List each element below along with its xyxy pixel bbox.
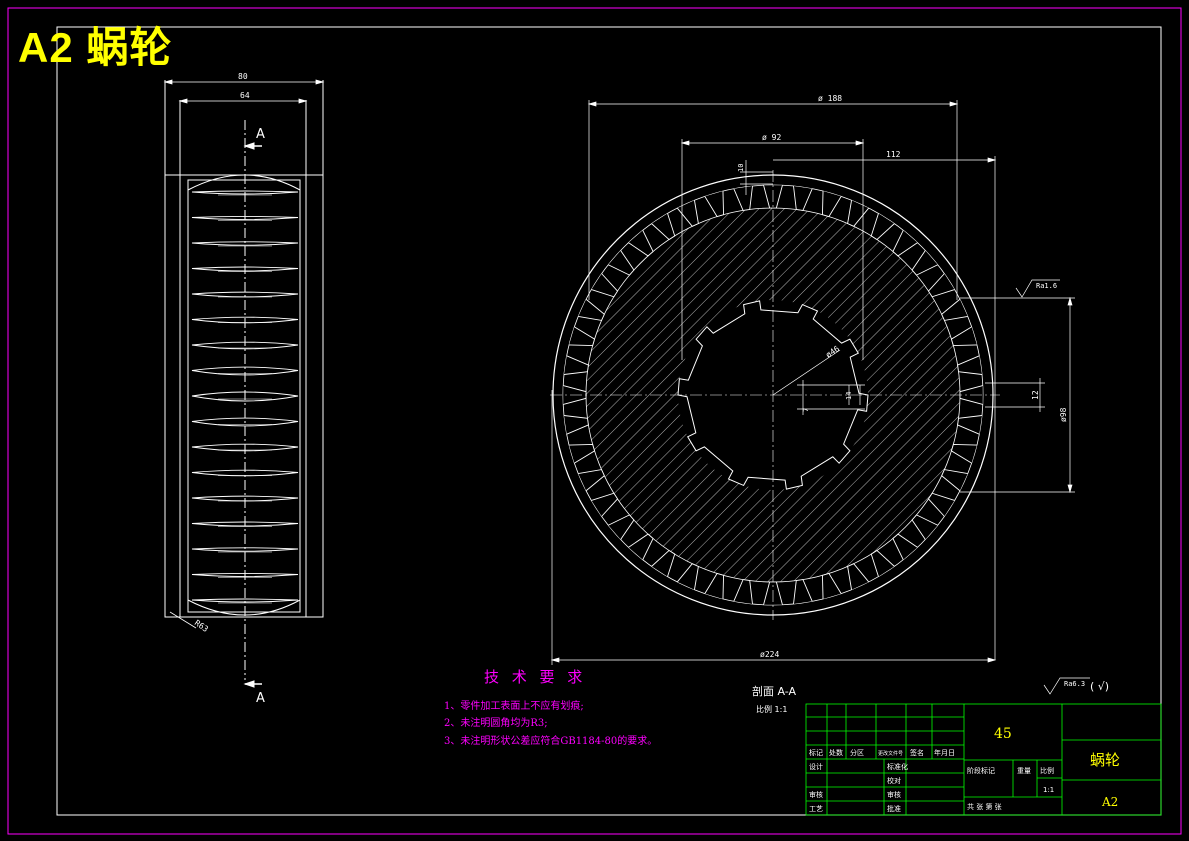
roughness-general: Ra6.3	[1064, 680, 1085, 688]
tb-label-date: 年月日	[934, 748, 955, 757]
side-view-dims	[163, 79, 325, 629]
dim-64: 64	[240, 91, 250, 100]
tb-review: 审核	[809, 790, 823, 799]
side-view	[164, 80, 324, 688]
tb-label-count: 处数	[829, 748, 843, 757]
requirements-title: 技 术 要 求	[484, 668, 587, 686]
tb-label-mark: 标记	[809, 748, 823, 757]
drawing-title: A2 蜗轮	[18, 24, 173, 71]
requirement-item: 3、未注明形状公差应符合GB1184-80的要求。	[444, 736, 658, 747]
dim-10: 10	[737, 164, 745, 172]
section-mark-top: A	[256, 127, 265, 142]
dim-7: 7	[802, 408, 810, 412]
dim-98: ø98	[1059, 407, 1068, 422]
tb-sheet-size: A2	[1101, 795, 1118, 809]
tb-ratio: 比例	[1040, 766, 1054, 775]
tb-part-name: 蜗轮	[1090, 751, 1120, 769]
front-view	[540, 150, 1010, 630]
dim-12: 12	[1031, 390, 1040, 400]
tb-sheets: 共 张 第 张	[967, 802, 1002, 811]
tb-approve: 批准	[887, 804, 901, 813]
tb-designer: 设计	[809, 762, 823, 771]
engineering-drawing: 80 64 R63 A A ø 188 ø 92 112 10 ø46 14 7…	[7, 7, 1182, 835]
section-mark-bottom: A	[256, 691, 265, 706]
requirement-item: 2、未注明圆角均为R3;	[444, 718, 548, 729]
dim-r63: R63	[193, 618, 210, 634]
roughness-local: Ra1.6	[1036, 282, 1057, 290]
tb-label-zone: 分区	[850, 748, 864, 757]
tb-process: 工艺	[809, 805, 823, 813]
section-label: 剖面 A-A	[752, 684, 797, 698]
dim-92: ø 92	[762, 133, 781, 142]
dim-224: ø224	[760, 650, 779, 659]
dim-80: 80	[238, 72, 248, 81]
tb-label-change: 更改文件号	[878, 750, 903, 757]
requirement-item: 1、零件加工表面上不应有划痕;	[444, 701, 584, 712]
tb-review-2: 审核	[887, 790, 901, 799]
tb-weight: 重量	[1017, 767, 1031, 775]
scale-label: 比例 1:1	[756, 704, 787, 714]
tb-standard: 标准化	[887, 762, 908, 771]
tb-scale: 1:1	[1043, 786, 1054, 794]
dim-112: 112	[886, 150, 901, 159]
roughness-general-suffix: ( √)	[1090, 680, 1109, 693]
tb-stage: 阶段标记	[967, 766, 995, 775]
side-tooth-slot	[191, 598, 299, 603]
tb-check: 校对	[887, 776, 901, 785]
dim-188: ø 188	[818, 94, 842, 103]
tb-material: 45	[994, 726, 1012, 742]
dim-14: 14	[845, 392, 853, 400]
tb-label-sign: 签名	[910, 748, 924, 757]
